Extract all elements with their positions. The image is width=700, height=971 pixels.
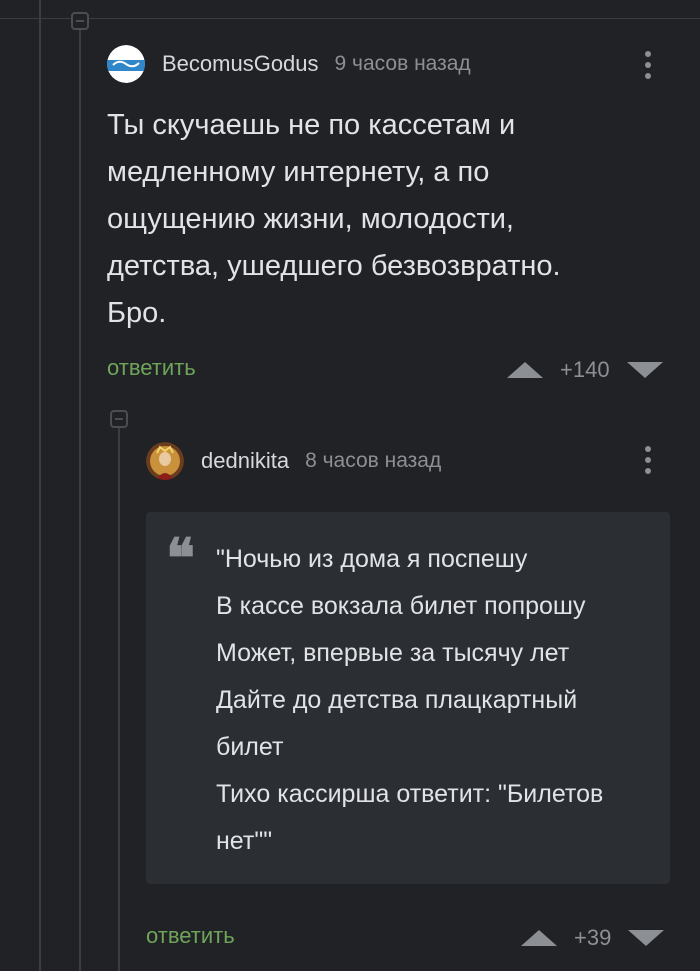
downvote-icon[interactable]	[628, 930, 665, 946]
reply-button[interactable]: ответить	[107, 355, 196, 381]
upvote-icon[interactable]	[507, 362, 543, 378]
thread-line-level1	[79, 20, 81, 971]
comment-body: Ты скучаешь не по кассетам и медленному …	[107, 109, 561, 329]
comment-header: dednikita 8 часов назад	[146, 442, 441, 480]
reply-button[interactable]: ответить	[146, 923, 235, 949]
quote-block: ❝ "Ночью из дома я поспешу В кассе вокза…	[146, 512, 670, 884]
quote-text: "Ночью из дома я поспешу В кассе вокзала…	[216, 545, 604, 855]
avatar[interactable]	[146, 442, 184, 480]
score: +39	[574, 925, 612, 950]
downvote-icon[interactable]	[626, 362, 663, 378]
thread-line-outer	[39, 0, 41, 971]
collapse-thread-button[interactable]	[71, 12, 89, 30]
previous-comment-edge	[0, 0, 700, 19]
quote-icon: ❝	[166, 526, 196, 590]
vote-controls: +140	[507, 357, 663, 383]
author-name[interactable]: BecomusGodus	[162, 51, 319, 77]
comment-header: BecomusGodus 9 часов назад	[107, 45, 471, 83]
more-options-icon[interactable]	[644, 446, 652, 476]
comment-time: 8 часов назад	[305, 449, 442, 472]
comment-time: 9 часов назад	[334, 52, 471, 75]
upvote-icon[interactable]	[521, 930, 557, 946]
thread-line-level2	[118, 428, 120, 971]
more-options-icon[interactable]	[644, 51, 652, 81]
avatar[interactable]	[107, 45, 145, 83]
score: +140	[560, 357, 610, 382]
vote-controls: +39	[521, 925, 665, 951]
author-name[interactable]: dednikita	[201, 448, 289, 474]
collapse-thread-button[interactable]	[110, 410, 128, 428]
